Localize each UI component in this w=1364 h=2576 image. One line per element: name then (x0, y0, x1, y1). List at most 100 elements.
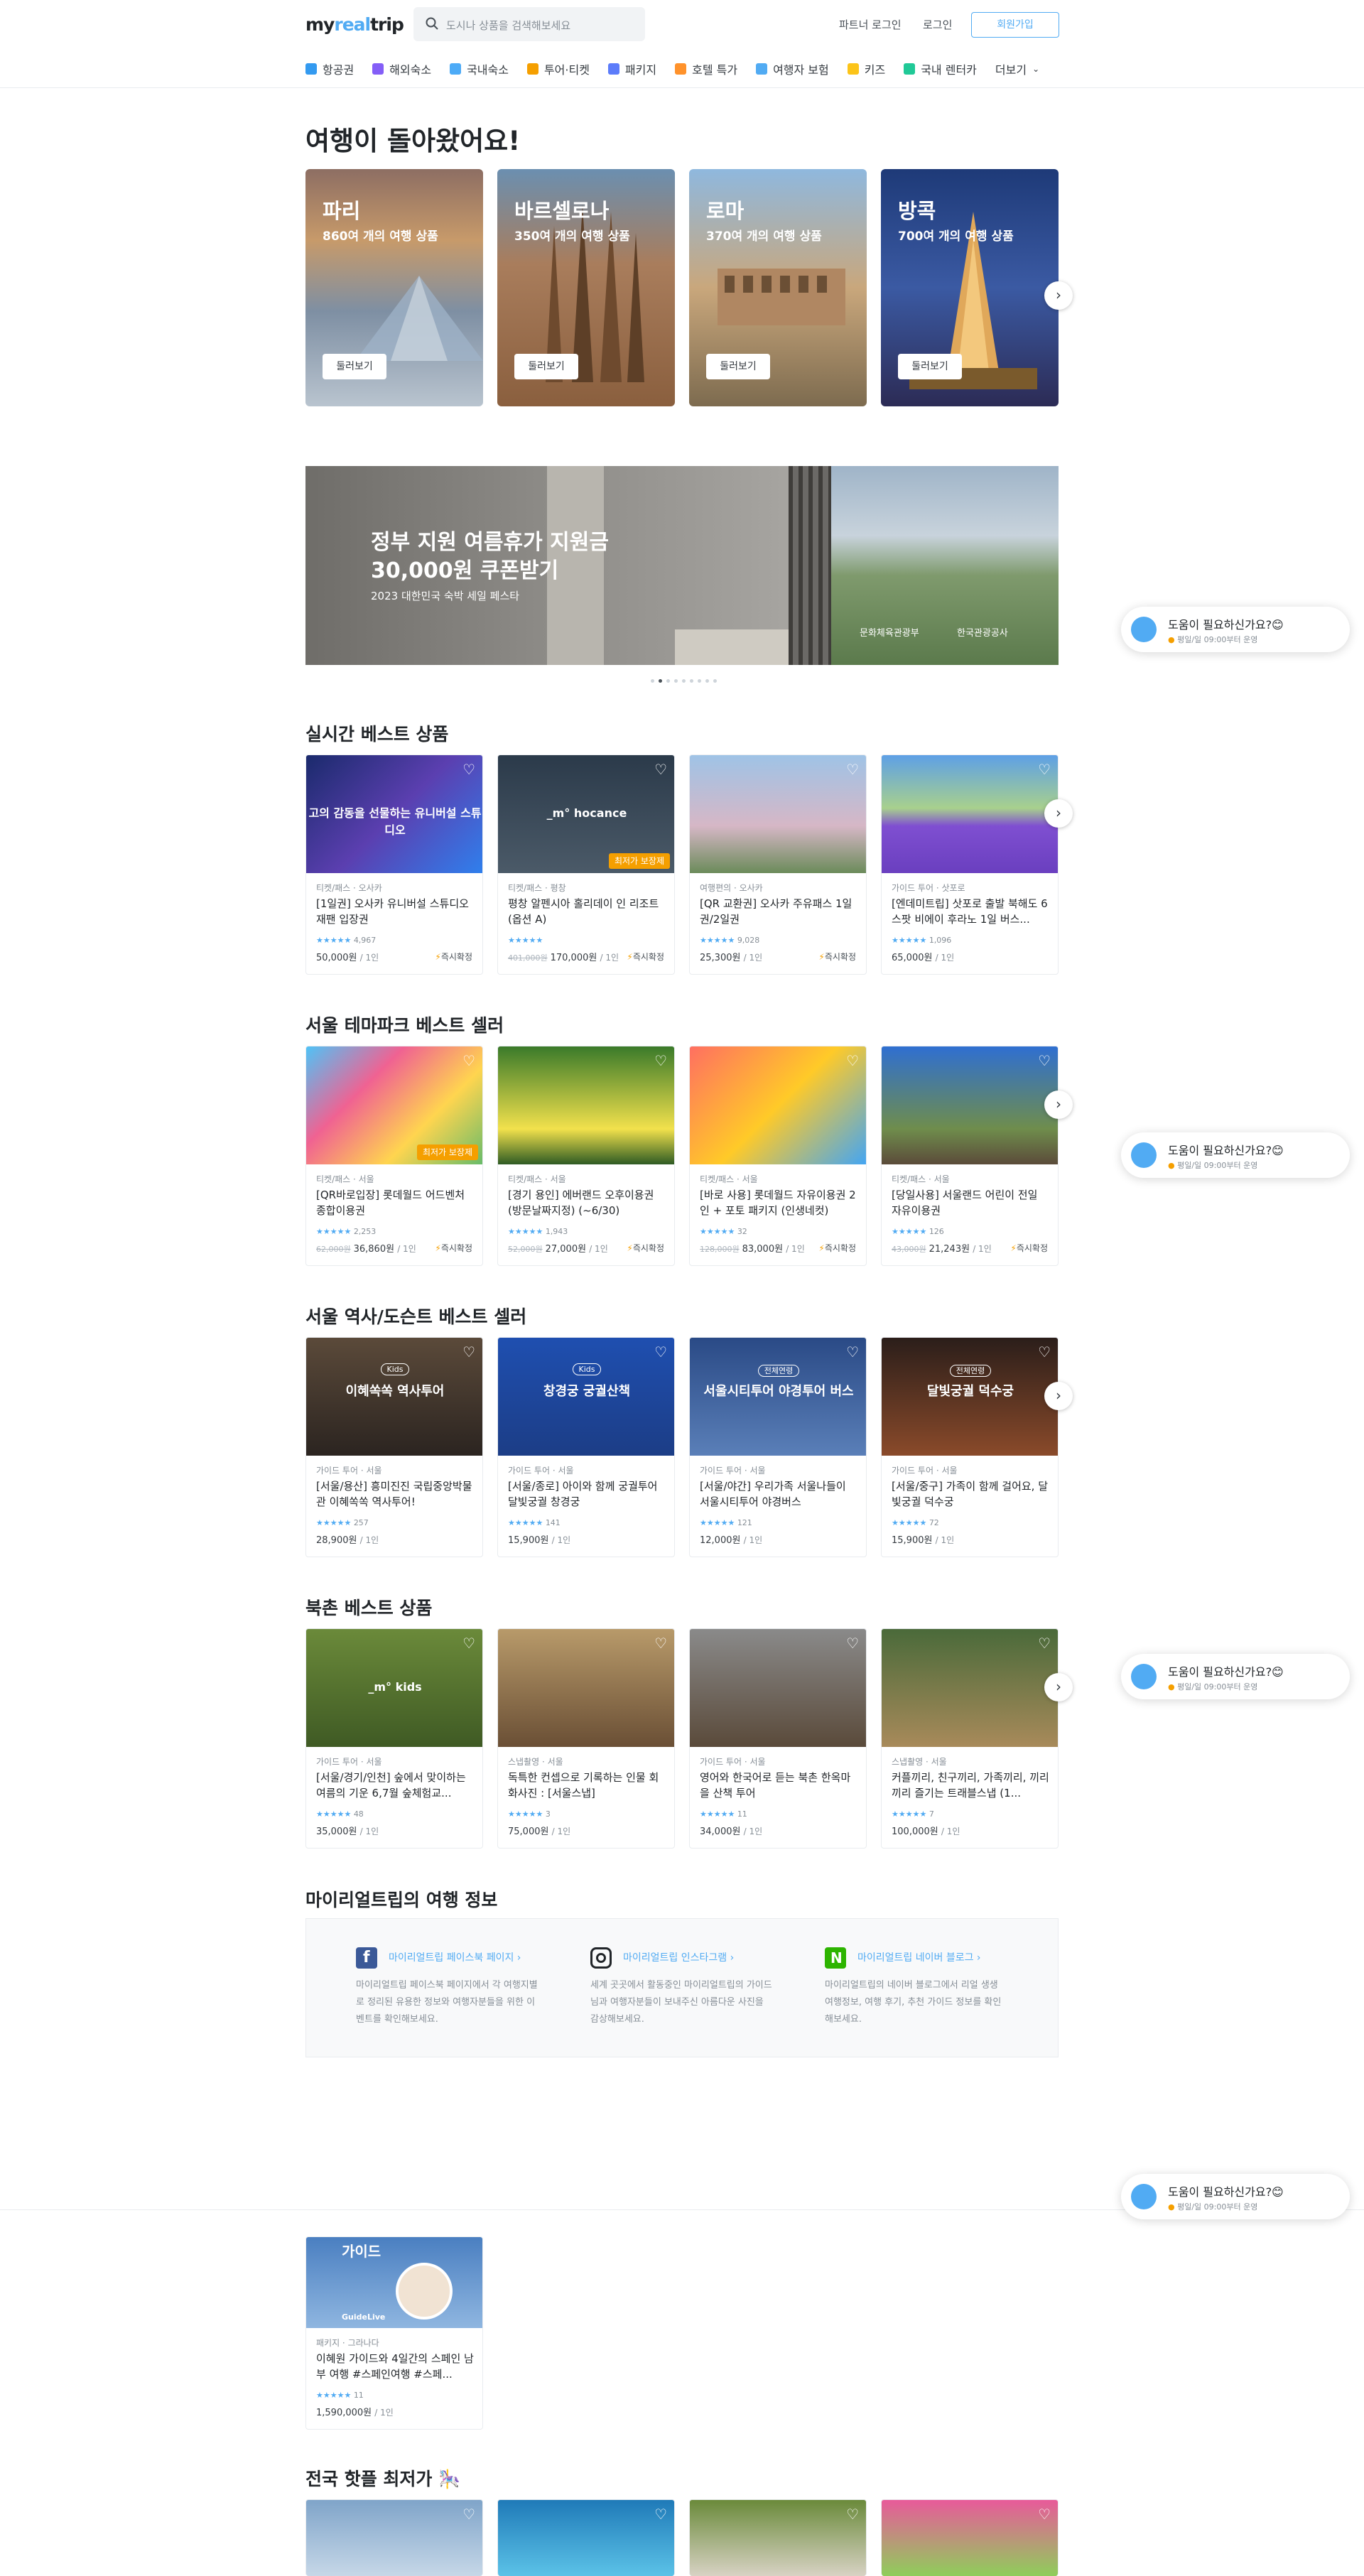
heart-icon[interactable]: ♡ (1038, 1635, 1051, 1652)
carousel-next-button[interactable]: › (1044, 1091, 1073, 1119)
help-chat-widget[interactable]: 도움이 필요하신가요?😊 ● 평일/일 09:00부터 운영 (1121, 607, 1350, 652)
product-card[interactable]: ♡ (497, 2499, 675, 2576)
heart-icon[interactable]: ♡ (462, 1343, 475, 1360)
heart-icon[interactable]: ♡ (462, 1052, 475, 1069)
help-chat-widget[interactable]: 도움이 필요하신가요?😊 ● 평일/일 09:00부터 운영 (1121, 1132, 1350, 1178)
product-card[interactable]: ♡ (305, 2499, 483, 2576)
card-price: 100,000원 / 1인 (892, 1827, 960, 1837)
signup-button[interactable]: 회원가입 (971, 12, 1059, 38)
product-card[interactable]: 창경궁 궁궐산책 Kids ♡ 가이드 투어 · 서울 [서울/종로] 아이와 함께 궁… (497, 1337, 675, 1557)
explore-button[interactable]: 둘러보기 (898, 354, 962, 379)
guide-card[interactable]: 가이드 GuideLive 패키지 · 그라나다 이혜원 가이드와 4일간의 스… (305, 2236, 483, 2430)
city-card[interactable]: 바르셀로나 350여 개의 여행 상품 둘러보기 (497, 169, 675, 406)
carousel-next-button[interactable]: › (1044, 281, 1073, 310)
card-title: 이혜원 가이드와 4일간의 스페인 남부 여행 #스페인여행 #스페... (316, 2352, 474, 2381)
heart-icon[interactable]: ♡ (846, 1052, 859, 1069)
heart-icon[interactable]: ♡ (846, 761, 859, 778)
instant-confirm: ⚡즉시확정 (435, 1243, 472, 1253)
card-price: 62,000원 36,860원 / 1인 (316, 1244, 416, 1255)
instagram-link[interactable]: 마이리얼트립 인스타그램 › (623, 1950, 734, 1964)
naver-blog-link[interactable]: 마이리얼트립 네이버 블로그 › (857, 1950, 981, 1964)
explore-button[interactable]: 둘러보기 (323, 354, 386, 379)
clock-icon: ● (1168, 1682, 1175, 1692)
carousel-next-button[interactable]: › (1044, 1673, 1073, 1701)
product-card[interactable]: ♡ (881, 2499, 1059, 2576)
nav-item[interactable]: 키즈 (847, 58, 885, 80)
heart-icon[interactable]: ♡ (1038, 1052, 1051, 1069)
product-card[interactable]: ♡ 가이드 투어 · 서울 영어와 한국어로 듣는 북촌 한옥마을 산책 투어 ★★★… (689, 1628, 867, 1849)
promo-banner[interactable]: 정부 지원 여름휴가 지원금 30,000원 쿠폰받기 2023 대한민국 숙박 … (305, 466, 1059, 665)
product-card[interactable]: 이혜쏙쏙 역사투어 Kids ♡ 가이드 투어 · 서울 [서울/용산] 흥미진진 국립… (305, 1337, 483, 1557)
product-card[interactable]: _m° kids ♡ 가이드 투어 · 서울 [서울/경기/인천] 숲에서 맞이하는 … (305, 1628, 483, 1849)
carousel-next-button[interactable]: › (1044, 1382, 1073, 1410)
nav-more[interactable]: 더보기 ⌄ (995, 58, 1039, 80)
heart-icon[interactable]: ♡ (462, 761, 475, 778)
pagination-dot[interactable] (682, 679, 686, 683)
pagination-dot[interactable] (666, 679, 670, 683)
product-card[interactable]: ♡ 가이드 투어 · 삿포로 [엔데미트립] 삿포로 출발 북해도 6스팟 비에이 … (881, 754, 1059, 975)
nav-item-label: 여행자 보험 (773, 63, 829, 77)
logo[interactable]: myrealtrip (305, 14, 404, 35)
welcome-title: 여행이 돌아왔어요! (305, 126, 521, 156)
card-image (882, 755, 1058, 873)
heart-icon[interactable]: ♡ (462, 2506, 475, 2523)
help-chat-widget[interactable]: 도움이 필요하신가요?😊 ● 평일/일 09:00부터 운영 (1121, 1654, 1350, 1699)
product-card[interactable]: ♡ 티켓/패스 · 서울 [경기 용인] 에버랜드 오후이용권 (방문날짜지정) (… (497, 1046, 675, 1266)
product-card[interactable]: ♡ 티켓/패스 · 서울 [당일사용] 서울랜드 어린이 전일 자유이용권 ★★★★★… (881, 1046, 1059, 1266)
heart-icon[interactable]: ♡ (846, 2506, 859, 2523)
city-card[interactable]: 방콕 700여 개의 여행 상품 둘러보기 (881, 169, 1059, 406)
clock-icon: ● (1168, 1161, 1175, 1170)
help-chat-widget[interactable]: 도움이 필요하신가요?😊 ● 평일/일 09:00부터 운영 (1121, 2174, 1350, 2219)
pagination-dot[interactable] (674, 679, 678, 683)
heart-icon[interactable]: ♡ (1038, 761, 1051, 778)
city-card[interactable]: 파리 860여 개의 여행 상품 둘러보기 (305, 169, 483, 406)
card-image (690, 755, 866, 873)
nav-item[interactable]: 국내 렌터카 (904, 58, 977, 80)
heart-icon[interactable]: ♡ (654, 1635, 667, 1652)
nav-item[interactable]: 패키지 (607, 58, 656, 80)
heart-icon[interactable]: ♡ (1038, 1343, 1051, 1360)
heart-icon[interactable]: ♡ (654, 2506, 667, 2523)
pagination-dot[interactable] (705, 679, 709, 683)
product-card[interactable]: ♡ 여행편의 · 오사카 [QR 교환권] 오사카 주유패스 1일권/2일권 ★★★★… (689, 754, 867, 975)
product-card[interactable]: ♡ 스냅촬영 · 서울 독특한 컨셉으로 기록하는 인물 회화사진 : [서울스냅]… (497, 1628, 675, 1849)
product-card[interactable]: ♡ 티켓/패스 · 서울 [바로 사용] 롯데월드 자유이용권 2인 + 포토 패키… (689, 1046, 867, 1266)
product-card[interactable]: ♡ (689, 2499, 867, 2576)
login-link[interactable]: 로그인 (923, 17, 952, 32)
pagination-dot[interactable] (659, 679, 662, 683)
product-card[interactable]: ♡ 스냅촬영 · 서울 커플끼리, 친구끼리, 가족끼리, 끼리끼리 즐기는 트래블… (881, 1628, 1059, 1849)
heart-icon[interactable]: ♡ (462, 1635, 475, 1652)
pagination-dot[interactable] (651, 679, 654, 683)
heart-icon[interactable]: ♡ (654, 1052, 667, 1069)
heart-icon[interactable]: ♡ (654, 761, 667, 778)
pagination-dot[interactable] (698, 679, 701, 683)
heart-icon[interactable]: ♡ (846, 1343, 859, 1360)
nav-item[interactable]: 항공권 (305, 58, 354, 80)
heart-icon[interactable]: ♡ (654, 1343, 667, 1360)
city-card[interactable]: 로마 370여 개의 여행 상품 둘러보기 (689, 169, 867, 406)
search-input[interactable]: 도시나 상품을 검색해보세요 (413, 7, 645, 41)
product-card[interactable]: _m° hocance ♡ 최저가 보장제 티켓/패스 · 평창 평창 알펜시아 홀리데… (497, 754, 675, 975)
product-card[interactable]: 달빛궁궐 덕수궁 전체연령 ♡ 가이드 투어 · 서울 [서울/중구] 가족이 함께 걸… (881, 1337, 1059, 1557)
heart-icon[interactable]: ♡ (846, 1635, 859, 1652)
nav-item[interactable]: 국내숙소 (450, 58, 509, 80)
pagination-dot[interactable] (713, 679, 717, 683)
age-badge: Kids (306, 1363, 482, 1375)
nav-item[interactable]: 해외숙소 (372, 58, 431, 80)
nav-item[interactable]: 호텔 특가 (675, 58, 737, 80)
pagination-dot[interactable] (690, 679, 693, 683)
product-card[interactable]: ♡ 최저가 보장제 티켓/패스 · 서울 [QR바로입장] 롯데월드 어드벤처 종합이… (305, 1046, 483, 1266)
product-card[interactable]: 고의 감동을 선물하는 유니버설 스튜디오 ♡ 티켓/패스 · 오사카 [1일권] 오… (305, 754, 483, 975)
nav-item[interactable]: 투어·티켓 (526, 58, 590, 80)
partner-login-link[interactable]: 파트너 로그인 (839, 17, 902, 32)
product-card[interactable]: 서울시티투어 야경투어 버스 전체연령 ♡ 가이드 투어 · 서울 [서울/야간] 우리… (689, 1337, 867, 1557)
carousel-next-button[interactable]: › (1044, 799, 1073, 828)
hot-deals-title: 전국 핫플 최저가 🎠 (305, 2469, 461, 2489)
search-icon (426, 17, 438, 30)
explore-button[interactable]: 둘러보기 (514, 354, 578, 379)
heart-icon[interactable]: ♡ (1038, 2506, 1051, 2523)
facebook-link[interactable]: 마이리얼트립 페이스북 페이지 › (389, 1950, 521, 1964)
nav-item[interactable]: 여행자 보험 (756, 58, 829, 80)
explore-button[interactable]: 둘러보기 (706, 354, 770, 379)
card-rating: ★★★★★ 126 (892, 1227, 944, 1236)
